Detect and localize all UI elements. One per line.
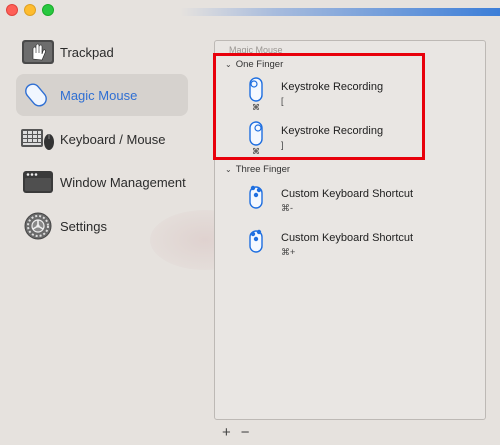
minimize-button[interactable] [24, 4, 36, 16]
panel-title: Magic Mouse [229, 45, 283, 55]
bottom-bar: + − [222, 424, 250, 442]
chevron-down-icon: ⌄ [225, 60, 232, 69]
title-bar [0, 0, 500, 22]
sidebar-item-window-management[interactable]: Window Management [16, 161, 188, 203]
gesture-row[interactable]: ⌘ Keystroke Recording [ [241, 77, 461, 117]
action-subtitle: [ [281, 96, 284, 106]
sidebar-item-keyboard-mouse[interactable]: Keyboard / Mouse [16, 118, 188, 160]
three-finger-left-icon [245, 184, 267, 210]
gesture-row[interactable]: ⌘ Keystroke Recording ] [241, 121, 461, 161]
action-subtitle: ] [281, 140, 284, 150]
chevron-down-icon: ⌄ [225, 165, 232, 174]
group-header-three-finger[interactable]: ⌄ Three Finger [225, 164, 290, 175]
zoom-button[interactable] [42, 4, 54, 16]
action-subtitle: ⌘- [281, 203, 293, 213]
settings-gear-icon [20, 211, 56, 241]
group-header-one-finger[interactable]: ⌄ One Finger [225, 59, 283, 70]
action-title: Custom Keyboard Shortcut [281, 188, 414, 200]
add-button[interactable]: + [222, 424, 231, 442]
sidebar-item-label: Settings [60, 218, 107, 234]
modifier-label: ⌘ [252, 147, 260, 156]
modifier-label: ⌘ [252, 103, 260, 112]
action-title: Keystroke Recording [281, 125, 384, 137]
sidebar-item-trackpad[interactable]: Trackpad [16, 31, 188, 73]
action-title: Custom Keyboard Shortcut [281, 232, 414, 244]
group-header-label: One Finger [235, 59, 284, 70]
window-management-icon [20, 167, 56, 197]
keyboard-mouse-icon [20, 124, 56, 154]
titlebar-gradient [180, 8, 500, 16]
three-finger-right-icon [245, 228, 267, 254]
gesture-panel: Magic Mouse ⌄ One Finger ⌘ Keystroke Rec… [214, 40, 486, 420]
sidebar-item-label: Magic Mouse [60, 87, 138, 103]
gesture-row[interactable]: Custom Keyboard Shortcut ⌘- [241, 184, 461, 224]
sidebar-item-label: Window Management [60, 174, 186, 190]
magic-mouse-icon [20, 80, 56, 110]
remove-button[interactable]: − [241, 424, 250, 442]
one-finger-left-tap-icon [245, 77, 267, 103]
close-button[interactable] [6, 4, 18, 16]
sidebar-item-label: Keyboard / Mouse [60, 131, 166, 147]
trackpad-hand-icon [20, 37, 56, 67]
action-title: Keystroke Recording [281, 81, 384, 93]
gesture-row[interactable]: Custom Keyboard Shortcut ⌘+ [241, 228, 461, 268]
action-subtitle: ⌘+ [281, 247, 296, 257]
sidebar-item-label: Trackpad [60, 44, 114, 60]
sidebar-item-magic-mouse[interactable]: Magic Mouse [16, 74, 188, 116]
group-header-label: Three Finger [235, 164, 291, 175]
one-finger-right-tap-icon [245, 121, 267, 147]
